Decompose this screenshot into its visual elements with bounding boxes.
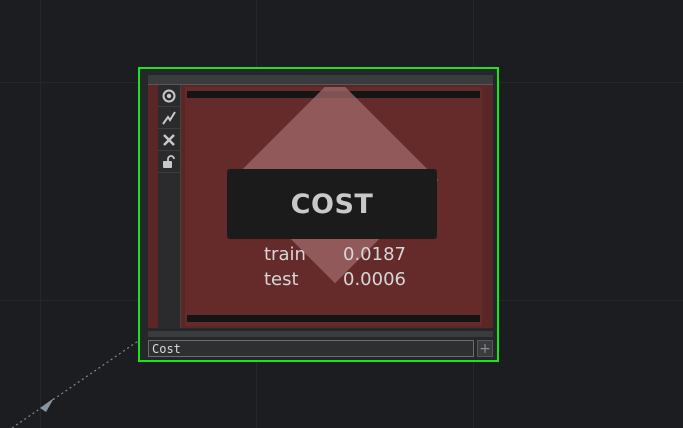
bypass-button[interactable] xyxy=(158,107,180,129)
wire-arrow-icon xyxy=(40,398,54,412)
node-footer-bar xyxy=(148,331,493,337)
node-header-bar[interactable] xyxy=(148,75,493,85)
viewer-toggle-icon xyxy=(162,89,176,102)
delete-button[interactable] xyxy=(158,129,180,151)
viewer-letterbox-bottom xyxy=(187,315,480,322)
metric-row-train: train 0.0187 xyxy=(264,242,406,267)
lock-icon xyxy=(163,154,175,168)
metric-value: 0.0187 xyxy=(343,244,406,265)
node-viewer: COST train 0.0187 test 0.0006 xyxy=(185,87,482,326)
metrics-list: train 0.0187 test 0.0006 xyxy=(264,242,406,292)
node-body: COST train 0.0187 test 0.0006 xyxy=(148,85,493,328)
cost-node[interactable]: COST train 0.0187 test 0.0006 Cost + xyxy=(138,67,499,362)
node-side-toolbar xyxy=(158,85,181,328)
node-name-field[interactable]: Cost xyxy=(148,340,474,357)
metric-label: test xyxy=(264,269,299,290)
metric-label: train xyxy=(264,244,306,265)
node-title: COST xyxy=(290,188,374,220)
lock-button[interactable] xyxy=(158,151,180,173)
title-panel: COST xyxy=(227,169,437,239)
bypass-icon xyxy=(162,110,176,125)
metric-row-test: test 0.0006 xyxy=(264,267,406,292)
add-button[interactable]: + xyxy=(477,340,493,357)
metric-value: 0.0006 xyxy=(343,269,406,290)
viewer-toggle-button[interactable] xyxy=(158,85,180,107)
close-icon xyxy=(163,133,175,146)
